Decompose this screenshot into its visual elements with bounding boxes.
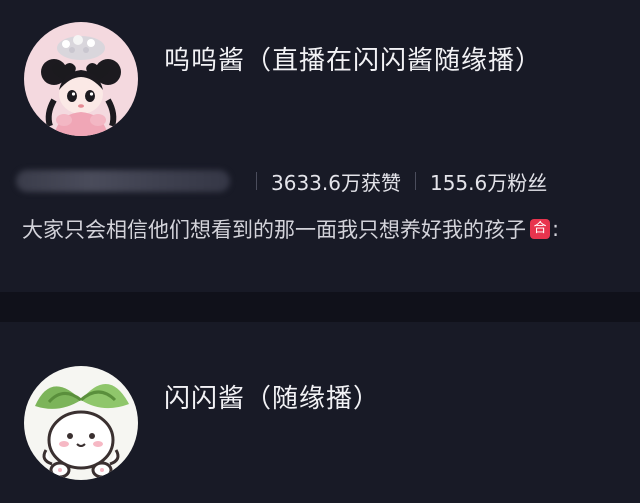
blurred-account-id [16, 170, 230, 192]
account-card-2[interactable]: 闪闪酱（随缘播） [0, 322, 640, 503]
stats-separator [414, 172, 416, 190]
stats-row: 3633.6万获赞 155.6万粉丝 [16, 166, 547, 196]
account-name[interactable]: 呜呜酱（直播在闪闪酱随缘播） [164, 40, 542, 77]
radish-bunny-avatar-icon[interactable] [24, 366, 138, 480]
collab-badge: 合 [530, 219, 550, 239]
girl-with-crown-avatar-icon[interactable] [24, 22, 138, 136]
stats-separator [256, 172, 257, 190]
bio-tail: : [552, 217, 560, 241]
section-divider [0, 292, 640, 322]
bio-text: 大家只会相信他们想看到的那一面我只想养好我的孩子 [22, 218, 526, 242]
likes-count: 3633.6万获赞 [271, 170, 401, 195]
account-bio: 大家只会相信他们想看到的那一面我只想养好我的孩子 合 : [22, 214, 559, 244]
search-results-page: 呜呜酱（直播在闪闪酱随缘播） 3633.6万获赞 155.6万粉丝 大家只会相信… [0, 0, 640, 503]
account-card-1[interactable]: 呜呜酱（直播在闪闪酱随缘播） 3633.6万获赞 155.6万粉丝 大家只会相信… [0, 0, 640, 292]
followers-count: 155.6万粉丝 [429, 170, 548, 195]
account-name[interactable]: 闪闪酱（随缘播） [164, 378, 380, 415]
